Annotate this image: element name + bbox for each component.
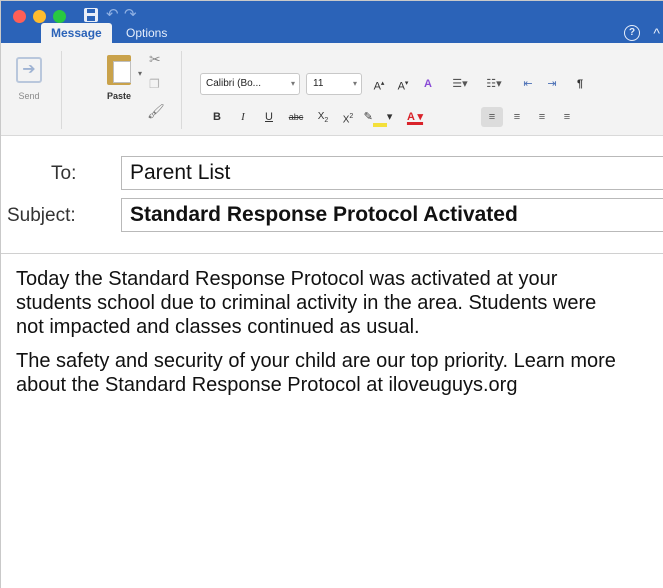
tab-message[interactable]: Message <box>41 23 112 43</box>
to-label: To: <box>51 163 77 184</box>
copy-icon[interactable]: ❐ <box>149 77 160 91</box>
paste-dropdown-icon[interactable]: ▾ <box>138 69 142 78</box>
shrink-font-icon[interactable]: A▾ <box>392 74 414 97</box>
font-name-select[interactable]: Calibri (Bo... ▾ <box>200 73 300 95</box>
subject-label: Subject: <box>7 205 76 226</box>
minimize-window-button[interactable] <box>33 10 46 23</box>
cut-icon[interactable]: ✂ <box>149 51 161 68</box>
send-label: Send <box>18 91 40 101</box>
ribbon: ➔ Send Paste ▾ ✂ ❐ 🖌 Calibri (Bo... ▾ 11… <box>1 43 663 136</box>
bullets-icon[interactable]: ☰▾ <box>445 74 475 94</box>
font-size-select[interactable]: 11 ▾ <box>306 73 362 95</box>
header-divider <box>1 253 663 254</box>
clipboard-icon <box>107 55 131 85</box>
save-icon[interactable] <box>84 8 98 22</box>
title-bar: ↶ ↷ Message Options ? ^ <box>1 1 663 43</box>
clear-formatting-icon[interactable]: A <box>417 74 439 94</box>
subscript-icon[interactable]: X2 <box>312 107 334 131</box>
collapse-ribbon-icon[interactable]: ^ <box>653 23 660 43</box>
send-button[interactable]: ➔ Send <box>9 57 49 113</box>
send-icon: ➔ <box>16 57 42 83</box>
close-window-button[interactable] <box>13 10 26 23</box>
ribbon-tabs: Message Options <box>1 23 663 43</box>
numbering-icon[interactable]: ☷▾ <box>479 74 509 94</box>
undo-icon[interactable]: ↶ <box>106 5 119 25</box>
subject-field[interactable]: Standard Response Protocol Activated <box>121 198 663 232</box>
superscript-icon[interactable]: X2 <box>337 107 359 130</box>
zoom-window-button[interactable] <box>53 10 66 23</box>
font-color-icon[interactable]: A ▾ <box>398 107 432 127</box>
redo-icon[interactable]: ↷ <box>124 5 137 25</box>
chevron-down-icon: ▾ <box>352 79 357 88</box>
grow-font-icon[interactable]: A▴ <box>368 74 390 97</box>
paste-button[interactable]: Paste <box>99 55 139 115</box>
help-icon[interactable]: ? <box>624 25 640 41</box>
justify-icon[interactable]: ≡ <box>556 107 578 127</box>
align-right-icon[interactable]: ≡ <box>531 107 553 127</box>
to-field[interactable]: Parent List <box>121 156 663 190</box>
ribbon-divider <box>181 51 182 129</box>
decrease-indent-icon[interactable]: ⇤ <box>517 74 539 94</box>
strikethrough-icon[interactable]: abc <box>284 107 308 127</box>
body-paragraph: Today the Standard Response Protocol was… <box>16 268 597 338</box>
ribbon-divider <box>61 51 62 129</box>
chevron-down-icon: ▾ <box>290 79 295 88</box>
font-size-value: 11 <box>313 78 324 89</box>
bold-icon[interactable]: B <box>207 107 227 127</box>
font-name-value: Calibri (Bo... <box>206 78 262 89</box>
body-paragraph: The safety and security of your child ar… <box>16 350 616 396</box>
format-painter-icon[interactable]: 🖌 <box>147 103 165 120</box>
show-formatting-icon[interactable]: ¶ <box>569 74 591 94</box>
paste-label: Paste <box>106 91 132 101</box>
tab-options[interactable]: Options <box>116 23 177 43</box>
highlight-icon[interactable]: ✎ ▾ <box>363 107 393 127</box>
message-body[interactable]: Today the Standard Response Protocol was… <box>16 267 616 407</box>
align-center-icon[interactable]: ≡ <box>506 107 528 127</box>
underline-icon[interactable]: U <box>259 107 279 127</box>
align-left-icon[interactable]: ≡ <box>481 107 503 127</box>
increase-indent-icon[interactable]: ⇥ <box>541 74 563 94</box>
compose-window: ↶ ↷ Message Options ? ^ ➔ Send Paste ▾ ✂… <box>0 0 663 588</box>
italic-icon[interactable]: I <box>233 107 253 127</box>
